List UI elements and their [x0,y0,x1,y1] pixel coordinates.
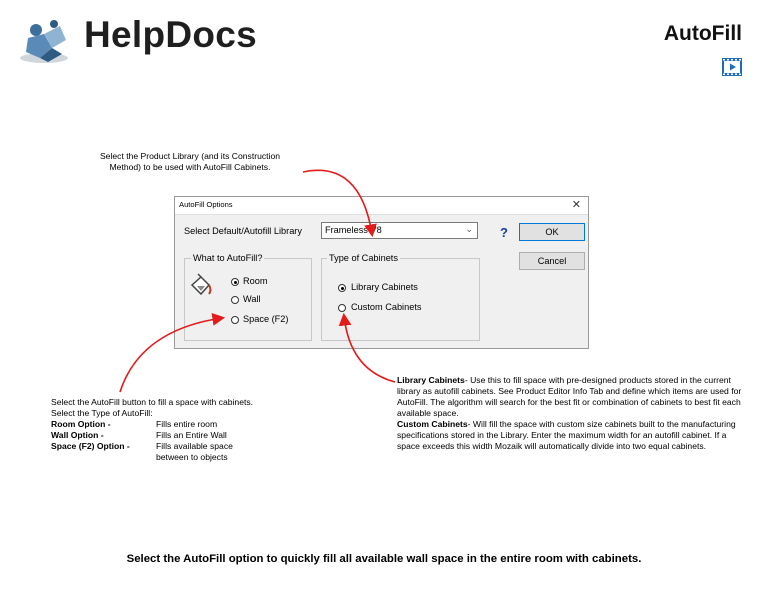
library-select[interactable]: Frameless V8 ⌄ [321,222,478,239]
close-icon[interactable]: ✕ [572,198,581,211]
library-cabinets-heading: Library Cabinets [397,375,465,385]
autofill-type-intro1: Select the AutoFill button to fill a spa… [51,397,254,407]
paint-bucket-icon [189,273,215,299]
autofill-type-intro2: Select the Type of AutoFill: [51,408,153,418]
library-note-line2: Method) to be used with AutoFill Cabinet… [109,162,271,172]
space-f2-option-label: Space (F2) [243,314,289,324]
library-select-value: Frameless V8 [325,225,382,235]
option-value: Fills an Entire Wall [156,430,227,440]
library-cabinets-radio[interactable] [338,284,346,292]
custom-cabinets-radio[interactable] [338,304,346,312]
option-value: Fills entire room [156,419,218,429]
option-value: between to objects [156,452,228,462]
custom-cabinets-label: Custom Cabinets [351,302,422,312]
ok-button[interactable]: OK [519,223,585,241]
page-title: AutoFill [663,22,742,45]
cabinet-type-note: Library Cabinets- Use this to fill space… [397,375,742,452]
option-key: Room Option - [51,419,111,429]
library-cabinets-label: Library Cabinets [351,282,418,292]
cancel-button[interactable]: Cancel [519,252,585,270]
chevron-down-icon: ⌄ [465,224,473,234]
autofill-options-dialog: AutoFill Options ✕ Select Default/Autofi… [174,196,589,349]
option-key: Space (F2) Option - [51,441,130,451]
space-f2-radio[interactable] [231,316,239,324]
help-button[interactable]: ? [497,225,511,240]
option-row: between to objects [51,452,351,463]
brand-title: HelpDocs [84,14,258,55]
library-note-line1: Select the Product Library (and its Cons… [99,151,281,161]
option-value: Fills available space [156,441,233,451]
type-of-cabinets-group [321,258,480,341]
option-row: Room Option - Fills entire room [51,419,351,430]
dialog-title: AutoFill Options [179,200,233,209]
helpdocs-logo-icon [18,18,70,64]
svg-text:?: ? [500,225,508,239]
room-option-label: Room [243,276,268,286]
room-radio[interactable] [231,278,239,286]
option-key: Wall Option - [51,430,104,440]
summary-text: Select the AutoFill option to quickly fi… [126,553,642,565]
dialog-titlebar [175,197,588,215]
library-label: Select Default/Autofill Library [184,226,302,236]
type-of-cabinets-label: Type of Cabinets [327,253,400,263]
custom-cabinets-description: Custom Cabinets- Will fill the space wit… [397,419,742,452]
autofill-type-note: Select the AutoFill button to fill a spa… [51,397,351,463]
library-cabinets-description: Library Cabinets- Use this to fill space… [397,375,742,419]
library-note: Select the Product Library (and its Cons… [60,151,320,173]
what-to-autofill-label: What to AutoFill? [191,253,265,263]
wall-radio[interactable] [231,296,239,304]
wall-option-label: Wall [243,294,261,304]
custom-cabinets-heading: Custom Cabinets [397,419,468,429]
option-row: Wall Option - Fills an Entire Wall [51,430,351,441]
option-row: Space (F2) Option - Fills available spac… [51,441,351,452]
video-play-icon[interactable] [721,57,743,77]
